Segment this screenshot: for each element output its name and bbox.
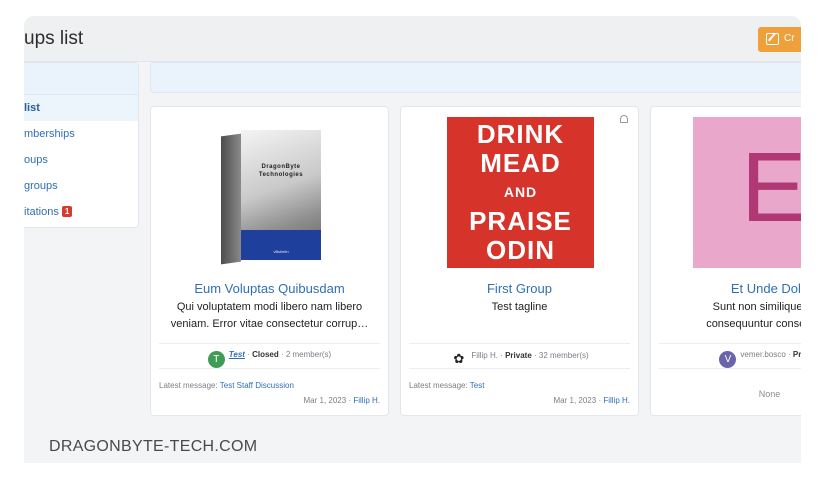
group-meta: ✿ Fillip H. · Private · 32 member(s) [409,343,630,369]
group-description-line: veniam. Error vitae consectetur corrup… [170,318,369,330]
group-card[interactable]: DRINK MEAD AND PRAISE ODIN First Group T… [400,106,639,416]
latest-message: Latest message: Test Staff Discussion [159,381,294,390]
avatar-icon[interactable]: ✿ [450,350,468,367]
sidebar-item-my-groups[interactable]: oups [24,147,138,173]
group-meta: T Test · Closed · 2 member(s) [159,343,380,369]
groups-sidebar: list mberships oups groups itations 1 [24,62,139,228]
content-header [150,62,801,93]
owner-link[interactable]: Test [229,350,245,359]
sidebar-item-label: groups [24,180,58,192]
sidebar-item-label: oups [24,154,48,166]
sidebar-item-memberships[interactable]: mberships [24,121,138,147]
create-group-label: Cr [784,33,795,44]
latest-message-user[interactable]: Fillip H. [603,396,630,405]
privacy-label: Private [505,351,532,360]
latest-message: Latest message: Test [409,381,485,390]
latest-message-link[interactable]: Test Staff Discussion [220,381,294,390]
privacy-label: Closed [252,350,279,359]
member-count: 32 member(s) [538,351,589,360]
sidebar-item-groups-list[interactable]: list [24,95,138,121]
sidebar-header [24,63,138,95]
group-title[interactable]: Eum Voluptas Quibusdam [151,281,388,296]
edit-icon [766,33,779,45]
group-card[interactable]: E Et Unde Dolo Sunt non similique labo c… [650,106,801,416]
sidebar-item-invitations[interactable]: itations 1 [24,199,138,225]
latest-message-user[interactable]: Fillip H. [353,396,380,405]
group-title[interactable]: Et Unde Dolo [651,281,801,296]
invitations-badge: 1 [61,206,73,217]
group-description-line: Sunt non similique labo [712,301,801,313]
app-window: ups list Cr list mberships oups groups i… [24,16,801,463]
group-card[interactable]: DragonByte Technologies vBulletin Eum Vo… [150,106,389,416]
latest-message-date: Mar 1, 2023 · Fillip H. [303,396,380,405]
owner-name[interactable]: vemer.bosco [740,350,785,359]
page-header: ups list Cr [24,16,801,62]
page-title: ups list [24,28,84,49]
privacy-label: Private [792,350,801,359]
group-image-poster[interactable]: DRINK MEAD AND PRAISE ODIN [447,117,594,268]
group-description-line: consequuntur consequatu [706,318,801,330]
latest-message-date: Mar 1, 2023 · Fillip H. [553,396,630,405]
group-image-letter[interactable]: E [693,117,801,268]
sidebar-item-label: itations [24,206,59,218]
box-sub-text: vBulletin [273,249,289,254]
group-description-line: Qui voluptatem modi libero nam libero [176,301,363,313]
sidebar-item-label: list [24,102,40,114]
create-group-button[interactable]: Cr [758,27,801,52]
group-title[interactable]: First Group [401,281,638,296]
box-bottom-band [241,230,321,260]
watermark-text: DRAGONBYTE-TECH.COM [49,438,258,455]
box-side [221,133,241,265]
member-count: 2 member(s) [285,350,332,359]
bell-icon[interactable] [620,115,628,123]
watermark: DRAGONBYTE-TECH.COM [24,422,801,463]
group-image-software-box[interactable]: DragonByte Technologies vBulletin [221,125,321,265]
group-meta: Vvemer.bosco · Private [659,343,801,369]
group-tagline: Test tagline [491,301,548,313]
latest-message-link[interactable]: Test [470,381,485,390]
box-brand-text: DragonByte Technologies [258,164,304,178]
sidebar-item-other-groups[interactable]: groups [24,173,138,199]
avatar[interactable]: T [207,351,225,368]
avatar[interactable]: V [719,351,737,368]
latest-message-none: None [758,389,781,399]
owner-name[interactable]: Fillip H. [471,351,498,360]
sidebar-item-label: mberships [24,128,75,140]
